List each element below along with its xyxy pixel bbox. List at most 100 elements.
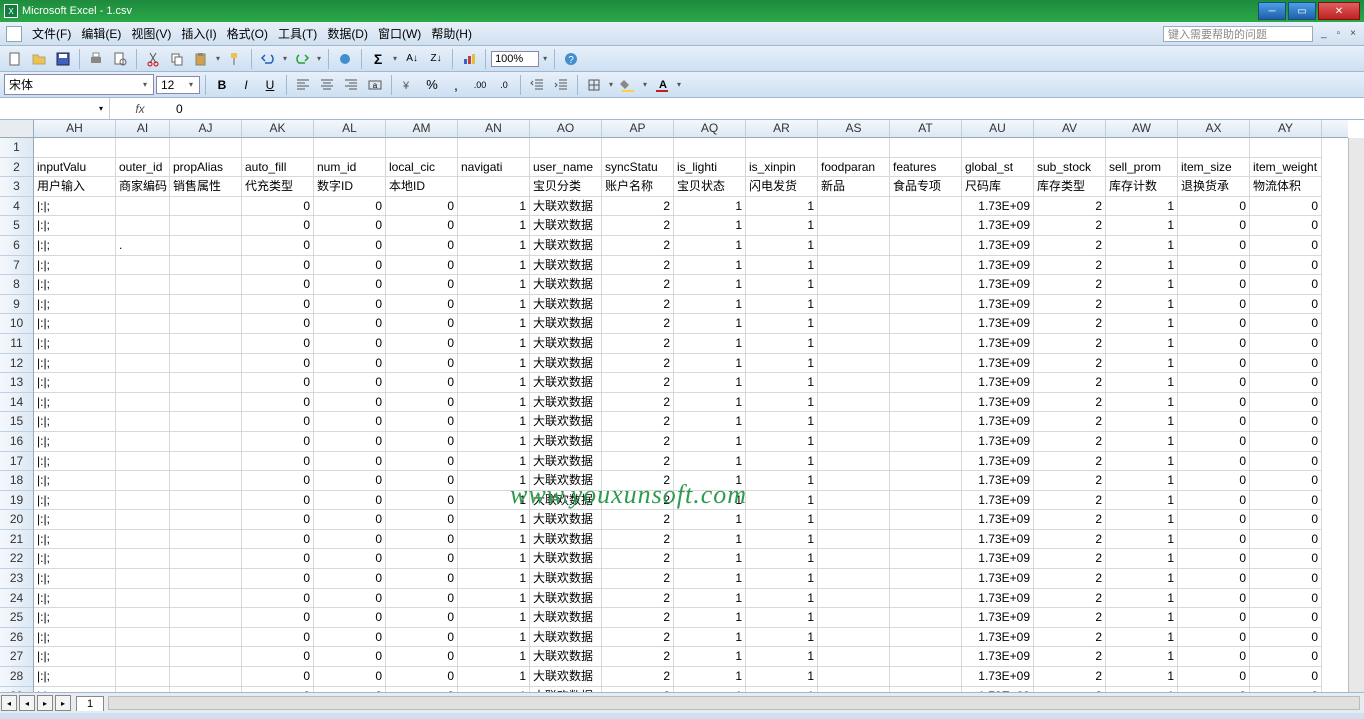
bold-icon[interactable]: B [211, 74, 233, 96]
cell[interactable]: |:|; [34, 432, 116, 452]
cell[interactable] [170, 452, 242, 472]
cell[interactable]: 0 [242, 667, 314, 687]
cell[interactable]: 0 [1250, 471, 1322, 491]
row-header[interactable]: 28 [0, 667, 33, 687]
cell[interactable]: 1 [458, 432, 530, 452]
cell[interactable]: |:|; [34, 275, 116, 295]
cell[interactable]: 商家编码 [116, 177, 170, 197]
cell[interactable]: 0 [314, 197, 386, 217]
cell[interactable]: 2 [1034, 549, 1106, 569]
cell[interactable]: 0 [1178, 393, 1250, 413]
cell[interactable]: 大联欢数据 [530, 452, 602, 472]
cell[interactable]: 0 [1178, 354, 1250, 374]
column-header[interactable]: AY [1250, 120, 1322, 137]
cell[interactable]: 0 [242, 452, 314, 472]
cell[interactable]: 2 [602, 432, 674, 452]
cell[interactable]: 1.73E+09 [962, 530, 1034, 550]
cell[interactable]: 0 [1178, 569, 1250, 589]
cell[interactable]: 1 [1106, 236, 1178, 256]
cell[interactable]: 2 [602, 549, 674, 569]
cell[interactable] [818, 589, 890, 609]
cell[interactable] [170, 647, 242, 667]
cell[interactable]: 0 [386, 687, 458, 692]
cell[interactable]: 0 [242, 530, 314, 550]
cell[interactable]: 1 [674, 412, 746, 432]
cell[interactable]: 1 [746, 275, 818, 295]
cell[interactable]: sub_stock [1034, 158, 1106, 178]
cell[interactable]: 2 [602, 412, 674, 432]
cell[interactable] [170, 491, 242, 511]
column-header[interactable]: AR [746, 120, 818, 137]
cell[interactable] [116, 452, 170, 472]
tab-nav-last[interactable]: ▸ [55, 695, 71, 711]
cell[interactable]: item_weight [1250, 158, 1322, 178]
cell[interactable]: 1 [1106, 530, 1178, 550]
cell[interactable] [890, 687, 962, 692]
cell[interactable]: 1 [746, 589, 818, 609]
save-icon[interactable] [52, 48, 74, 70]
cell[interactable]: 1 [458, 216, 530, 236]
cell[interactable]: |:|; [34, 256, 116, 276]
cell[interactable]: 1 [746, 354, 818, 374]
cell[interactable]: 2 [602, 295, 674, 315]
cell[interactable]: user_name [530, 158, 602, 178]
cell[interactable]: 2 [1034, 647, 1106, 667]
cell[interactable] [818, 295, 890, 315]
cell[interactable]: 0 [242, 236, 314, 256]
cell[interactable] [818, 471, 890, 491]
cell[interactable]: 0 [386, 393, 458, 413]
cell[interactable] [170, 275, 242, 295]
cell[interactable]: 1 [674, 256, 746, 276]
cell[interactable] [890, 589, 962, 609]
cell[interactable]: |:|; [34, 216, 116, 236]
row-header[interactable]: 18 [0, 471, 33, 491]
cell[interactable]: 1 [1106, 432, 1178, 452]
cell[interactable]: 0 [242, 589, 314, 609]
cell[interactable]: 0 [386, 412, 458, 432]
cell[interactable]: 1 [674, 432, 746, 452]
cell[interactable] [530, 138, 602, 158]
cell[interactable]: |:|; [34, 569, 116, 589]
cell[interactable]: 0 [386, 667, 458, 687]
cell[interactable]: 0 [314, 236, 386, 256]
cell[interactable]: 账户名称 [602, 177, 674, 197]
cell[interactable]: 1.73E+09 [962, 256, 1034, 276]
cell[interactable]: 1 [746, 295, 818, 315]
cell[interactable]: 2 [1034, 275, 1106, 295]
cell[interactable]: |:|; [34, 608, 116, 628]
cell[interactable]: 1 [1106, 452, 1178, 472]
cell[interactable]: 0 [314, 628, 386, 648]
column-header[interactable]: AW [1106, 120, 1178, 137]
cell[interactable]: 新品 [818, 177, 890, 197]
cell[interactable] [170, 432, 242, 452]
doc-close-button[interactable]: × [1348, 28, 1358, 39]
cell[interactable] [818, 549, 890, 569]
cell[interactable]: 2 [1034, 471, 1106, 491]
cell[interactable]: |:|; [34, 334, 116, 354]
cell[interactable]: 1 [674, 354, 746, 374]
cell[interactable]: 1 [458, 530, 530, 550]
cell[interactable]: 0 [242, 393, 314, 413]
cell[interactable]: 1.73E+09 [962, 334, 1034, 354]
cell[interactable]: . [116, 236, 170, 256]
cell[interactable] [386, 138, 458, 158]
cell[interactable]: 0 [386, 216, 458, 236]
cell[interactable]: 2 [1034, 373, 1106, 393]
cell[interactable]: 大联欢数据 [530, 432, 602, 452]
cell[interactable] [170, 687, 242, 692]
horizontal-scrollbar[interactable] [108, 696, 1360, 710]
undo-dropdown[interactable]: ▾ [281, 54, 289, 63]
maximize-button[interactable]: ▭ [1288, 2, 1316, 20]
cell[interactable]: 1 [1106, 275, 1178, 295]
cell[interactable]: 2 [1034, 530, 1106, 550]
cell[interactable]: 1 [674, 236, 746, 256]
cell[interactable] [818, 608, 890, 628]
cell[interactable] [170, 608, 242, 628]
cell[interactable]: 0 [386, 471, 458, 491]
font-color-icon[interactable]: A [651, 74, 673, 96]
cell[interactable]: 2 [602, 197, 674, 217]
row-header[interactable]: 23 [0, 569, 33, 589]
cell[interactable]: 1.73E+09 [962, 687, 1034, 692]
cell[interactable] [1034, 138, 1106, 158]
cell[interactable]: 0 [314, 295, 386, 315]
